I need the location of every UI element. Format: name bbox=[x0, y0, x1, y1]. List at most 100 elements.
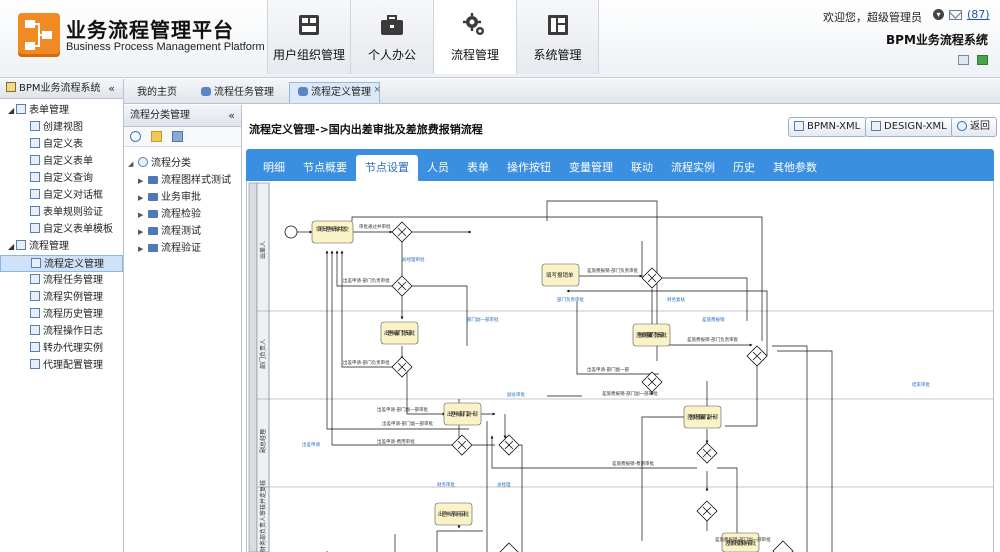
page-tabs: 我的主页 流程任务管理 流程定义管理 × bbox=[124, 79, 1000, 104]
tab-history[interactable]: 历史 bbox=[724, 155, 764, 181]
sidebar-item[interactable]: 流程任务管理 bbox=[0, 272, 123, 289]
nav-process-mgmt[interactable]: 流程管理 bbox=[433, 0, 516, 74]
layout-icon[interactable] bbox=[958, 55, 969, 65]
task-icon bbox=[30, 274, 40, 284]
sidebar-item[interactable]: 代理配置管理 bbox=[0, 357, 123, 374]
folder-icon[interactable] bbox=[172, 131, 183, 142]
gateway-icon[interactable] bbox=[772, 540, 794, 552]
tab-node-summary[interactable]: 节点概要 bbox=[294, 155, 356, 181]
chevron-down-icon[interactable]: ▼ bbox=[981, 33, 988, 43]
sidebar-group-process[interactable]: ◢ 流程管理 bbox=[0, 238, 123, 255]
settings-icon[interactable]: ▾ bbox=[933, 9, 944, 20]
svg-text:填写报销单: 填写报销单 bbox=[546, 271, 574, 279]
sidebar-item[interactable]: 自定义查询 bbox=[0, 170, 123, 187]
nav-system-mgmt[interactable]: 系统管理 bbox=[516, 0, 599, 74]
close-icon[interactable]: × bbox=[373, 80, 381, 100]
sidebar-item[interactable]: 转办代理实例 bbox=[0, 340, 123, 357]
sidebar-item-process-def[interactable]: 流程定义管理 bbox=[0, 255, 123, 272]
chevron-right-icon[interactable]: ▶ bbox=[138, 190, 148, 207]
sidebar-item[interactable]: 表单规则验证 bbox=[0, 204, 123, 221]
category-item[interactable]: ▶ 流程测试 bbox=[124, 223, 241, 240]
tab-node-settings[interactable]: 节点设置 bbox=[356, 155, 418, 181]
tab-process-def[interactable]: 流程定义管理 × bbox=[289, 80, 381, 103]
sidebar-item[interactable]: 自定义表单 bbox=[0, 153, 123, 170]
svg-text:差旅费报销: 差旅费报销 bbox=[702, 316, 725, 323]
start-event-icon[interactable] bbox=[284, 225, 298, 239]
category-root[interactable]: ◢ 流程分类 bbox=[124, 155, 241, 172]
form-icon bbox=[30, 155, 40, 165]
sidebar-group-form[interactable]: ◢ 表单管理 bbox=[0, 102, 123, 119]
svg-text:出差申请-部门副一部: 出差申请-部门副一部 bbox=[587, 366, 630, 373]
main-nav: 用户组织管理 个人办公 流程管理 系统管理 bbox=[267, 0, 599, 74]
tab-personnel[interactable]: 人员 bbox=[418, 155, 458, 181]
connectors bbox=[296, 200, 833, 552]
design-xml-button[interactable]: DESIGN-XML bbox=[865, 117, 954, 137]
expand-icon[interactable]: ◢ bbox=[128, 156, 138, 173]
open-folder-icon[interactable] bbox=[151, 131, 162, 142]
chevron-right-icon[interactable]: ▶ bbox=[138, 224, 148, 241]
app-title: 业务流程管理平台 bbox=[66, 18, 234, 42]
collapse-icon[interactable]: « bbox=[108, 79, 115, 99]
gateway-icon[interactable] bbox=[499, 542, 519, 552]
mail-count-link[interactable]: (87) bbox=[967, 8, 990, 21]
refresh-icon[interactable] bbox=[130, 131, 141, 142]
view-icon bbox=[30, 121, 40, 131]
svg-text:出差申请-费用审批: 出差申请-费用审批 bbox=[438, 510, 469, 518]
gateway-icon[interactable] bbox=[696, 500, 718, 522]
sidebar-item[interactable]: 流程操作日志 bbox=[0, 323, 123, 340]
category-item[interactable]: ▶ 流程图样式测试 bbox=[124, 172, 241, 189]
nav-personal-office[interactable]: 个人办公 bbox=[350, 0, 433, 74]
svg-text:出差申请-部门负责审批: 出差申请-部门负责审批 bbox=[343, 359, 390, 366]
gateway-icon[interactable] bbox=[451, 434, 473, 456]
sidebar-item[interactable]: 流程历史管理 bbox=[0, 306, 123, 323]
history-icon bbox=[30, 308, 40, 318]
process-diagram[interactable]: 出差人 部门负责人 副总经理 财务部负责人审核并走复核 填写出差申请单并提交 填… bbox=[246, 181, 994, 552]
tab-buttons[interactable]: 操作按钮 bbox=[498, 155, 560, 181]
breadcrumb: 流程定义管理->国内出差审批及差旅费报销流程 bbox=[249, 123, 483, 136]
gateway-icon[interactable] bbox=[696, 442, 718, 464]
svg-text:出差申请-部门负责审批: 出差申请-部门负责审批 bbox=[343, 277, 390, 284]
sidebar-header: BPM业务流程系统 « bbox=[0, 79, 123, 99]
expand-icon[interactable]: ◢ bbox=[8, 102, 16, 119]
tab-other-params[interactable]: 其他参数 bbox=[764, 155, 826, 181]
chevron-right-icon[interactable]: ▶ bbox=[138, 173, 148, 190]
back-button[interactable]: 返回 bbox=[951, 117, 997, 137]
chevron-right-icon[interactable]: ▶ bbox=[138, 241, 148, 258]
tab-home[interactable]: 我的主页 bbox=[128, 82, 186, 103]
mail-icon[interactable] bbox=[949, 9, 962, 20]
sidebar-item[interactable]: 自定义表 bbox=[0, 136, 123, 153]
chevron-right-icon[interactable]: ▶ bbox=[138, 207, 148, 224]
gateway-icon[interactable] bbox=[391, 221, 413, 243]
system-name[interactable]: BPM业务流程系统 bbox=[886, 31, 988, 48]
gateway-icon[interactable] bbox=[641, 371, 663, 393]
transfer-icon bbox=[30, 342, 40, 352]
gateway-icon[interactable] bbox=[391, 356, 413, 378]
sidebar-item[interactable]: 自定义表单模板 bbox=[0, 221, 123, 238]
cloud-icon bbox=[201, 87, 211, 96]
tab-form[interactable]: 表单 bbox=[458, 155, 498, 181]
gateway-icon[interactable] bbox=[391, 275, 413, 297]
tab-detail[interactable]: 明细 bbox=[254, 155, 294, 181]
folder-icon bbox=[148, 227, 158, 235]
gateway-icon[interactable] bbox=[498, 434, 520, 456]
tab-instances[interactable]: 流程实例 bbox=[662, 155, 724, 181]
sidebar-item[interactable]: 创建视图 bbox=[0, 119, 123, 136]
bpmn-xml-button[interactable]: BPMN-XML bbox=[788, 117, 868, 137]
sidebar-item[interactable]: 流程实例管理 bbox=[0, 289, 123, 306]
gateway-icon[interactable] bbox=[641, 267, 663, 289]
svg-text:出差申请-部门副一部审批: 出差申请-部门副一部审批 bbox=[382, 420, 434, 427]
category-item[interactable]: ▶ 业务审批 bbox=[124, 189, 241, 206]
collapse-icon[interactable]: « bbox=[228, 105, 235, 127]
tab-task-mgmt[interactable]: 流程任务管理 bbox=[192, 82, 283, 103]
folder-icon bbox=[148, 244, 158, 252]
rule-icon bbox=[30, 206, 40, 216]
tab-variables[interactable]: 变量管理 bbox=[560, 155, 622, 181]
category-item[interactable]: ▶ 流程验证 bbox=[124, 240, 241, 257]
nav-user-org[interactable]: 用户组织管理 bbox=[267, 0, 350, 74]
gateway-icon[interactable] bbox=[746, 345, 768, 367]
expand-icon[interactable]: ◢ bbox=[8, 238, 16, 255]
theme-icon[interactable] bbox=[977, 55, 988, 65]
tab-linkage[interactable]: 联动 bbox=[622, 155, 662, 181]
sidebar-item[interactable]: 自定义对话框 bbox=[0, 187, 123, 204]
category-item[interactable]: ▶ 流程检验 bbox=[124, 206, 241, 223]
